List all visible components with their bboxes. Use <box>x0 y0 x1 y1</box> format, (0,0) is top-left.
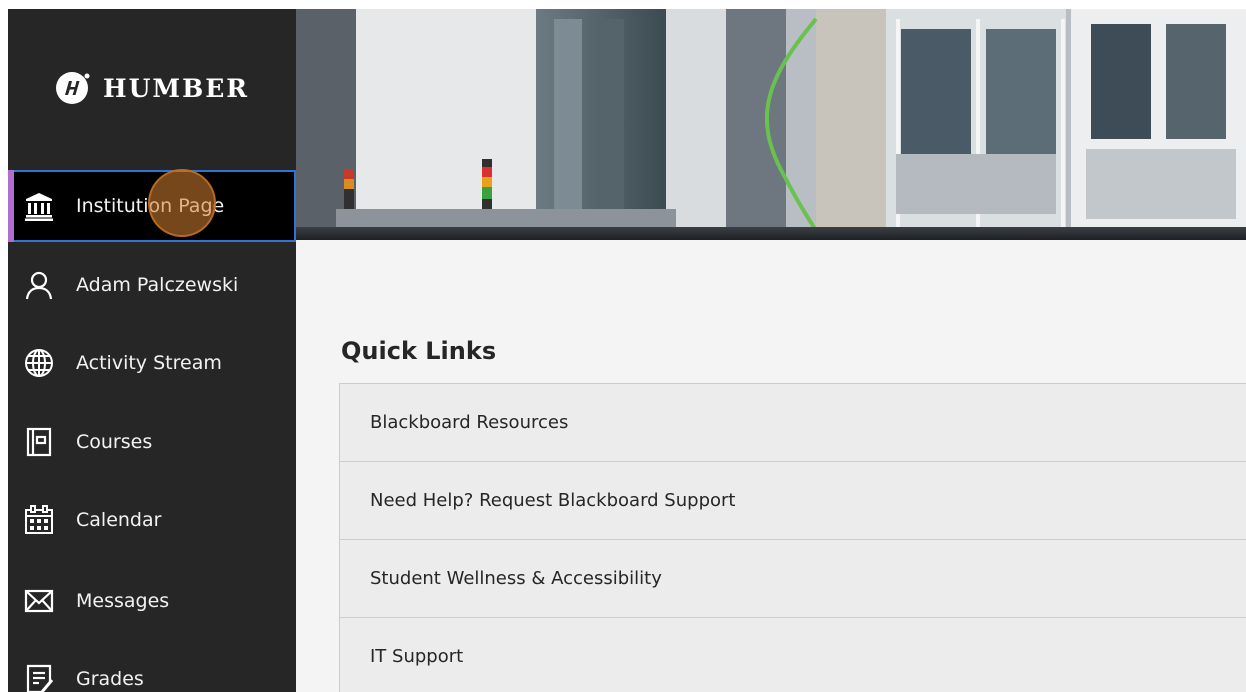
calendar-icon <box>24 505 54 535</box>
sidebar-item-grades[interactable]: Grades <box>8 643 296 692</box>
sidebar-item-label: Messages <box>76 590 170 612</box>
logo-text: HUMBER <box>102 73 250 103</box>
sidebar: HUMBER Institution Page Adam Palczewski … <box>8 9 296 692</box>
sidebar-item-calendar[interactable]: Calendar <box>8 484 296 556</box>
globe-icon <box>24 348 54 378</box>
main-content: Quick Links Blackboard Resources Need He… <box>296 240 1246 692</box>
quick-link-student-wellness[interactable]: Student Wellness & Accessibility <box>340 540 1246 618</box>
quick-links-heading: Quick Links <box>341 337 497 365</box>
humber-logo-icon <box>55 72 90 104</box>
quick-links-list: Blackboard Resources Need Help? Request … <box>339 383 1246 692</box>
sidebar-item-label: Grades <box>76 668 144 690</box>
sidebar-item-label: Adam Palczewski <box>76 274 239 296</box>
user-icon <box>24 270 54 300</box>
humber-logo[interactable]: HUMBER <box>8 9 296 167</box>
institution-banner-image <box>296 9 1246 240</box>
sidebar-item-profile[interactable]: Adam Palczewski <box>8 249 296 321</box>
quick-link-blackboard-support[interactable]: Need Help? Request Blackboard Support <box>340 462 1246 540</box>
app-frame: HUMBER Institution Page Adam Palczewski … <box>8 9 1246 692</box>
quick-link-it-support[interactable]: IT Support <box>340 618 1246 692</box>
sidebar-item-label: Institution Page <box>76 195 225 217</box>
envelope-icon <box>24 586 54 616</box>
sidebar-item-courses[interactable]: Courses <box>8 406 296 478</box>
grades-icon <box>24 664 54 692</box>
courses-icon <box>24 427 54 457</box>
sidebar-item-label: Activity Stream <box>76 352 222 374</box>
sidebar-item-label: Calendar <box>76 509 162 531</box>
sidebar-item-activity-stream[interactable]: Activity Stream <box>8 327 296 399</box>
sidebar-item-institution-page[interactable]: Institution Page <box>8 170 296 242</box>
institution-icon <box>24 191 54 221</box>
sidebar-item-messages[interactable]: Messages <box>8 565 296 637</box>
quick-link-blackboard-resources[interactable]: Blackboard Resources <box>340 384 1246 462</box>
sidebar-item-label: Courses <box>76 431 153 453</box>
